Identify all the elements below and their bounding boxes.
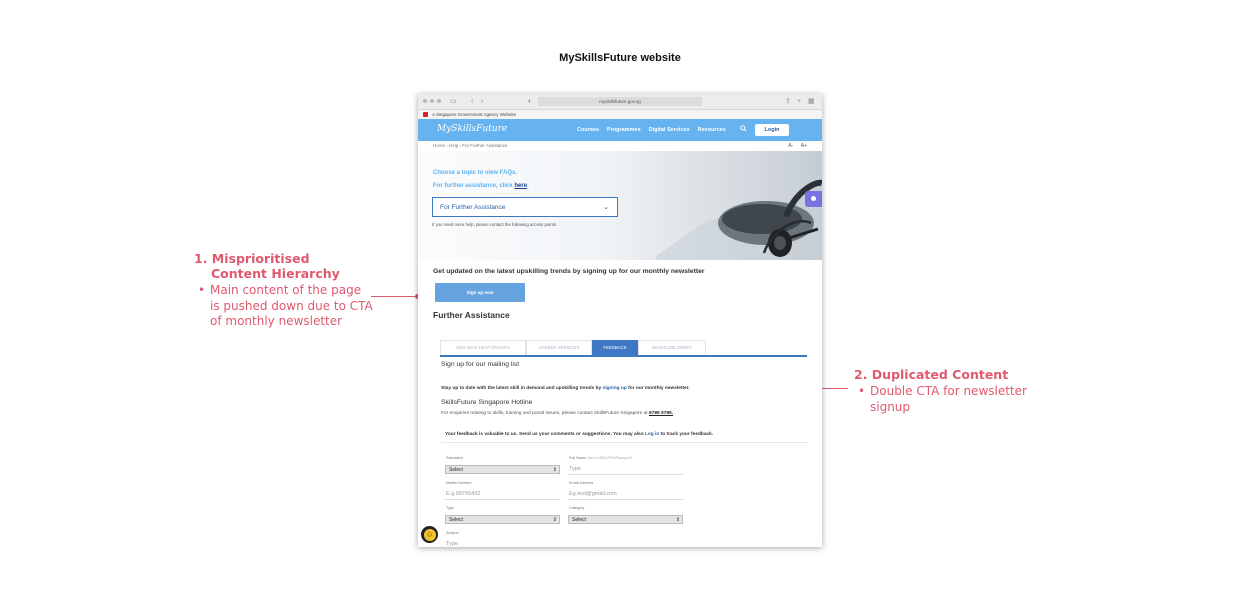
- page-title: MySkillsFuture website: [559, 52, 681, 64]
- forward-icon[interactable]: ›: [481, 97, 483, 106]
- feedback-prefix: Your feedback is valuable to us. Send us…: [445, 432, 645, 437]
- singapore-flag-icon: [423, 112, 428, 117]
- annotation-title: 1. Misprioritised: [194, 251, 310, 266]
- sidebar-icon[interactable]: ▭: [450, 97, 457, 106]
- headset-image: [656, 179, 822, 260]
- annotation-title: 2. Duplicated Content: [854, 367, 1009, 382]
- email-label: Email Address: [569, 481, 594, 485]
- text-size-controls: A- A+: [782, 141, 807, 151]
- hotline-heading: SkillsFuture Singapore Hotline: [441, 399, 533, 406]
- salutation-label: Salutation: [446, 456, 463, 460]
- search-icon[interactable]: [740, 125, 747, 134]
- chevron-down-icon: ⌄: [603, 204, 609, 211]
- feedback-intro: Your feedback is valuable to us. Send us…: [441, 427, 808, 443]
- hero-assist-prefix: For further assistance, click: [433, 183, 515, 189]
- hero-assist-suffix: .: [527, 183, 529, 189]
- text-size-increase[interactable]: A+: [801, 143, 807, 149]
- nav-resources[interactable]: Resources: [698, 127, 726, 133]
- chatbot-smiley-icon[interactable]: ☺: [421, 526, 438, 543]
- nav-programmes[interactable]: Programmes: [607, 127, 641, 133]
- signup-now-button[interactable]: Sign up now: [435, 283, 525, 302]
- feedback-suffix: to track your feedback.: [659, 432, 714, 437]
- fullname-hint: (As in NRIC/FIN/Passport): [587, 456, 632, 460]
- nav-courses[interactable]: Courses: [577, 127, 599, 133]
- stay-up-to-date-text: Stay up to date with the latest skill in…: [441, 386, 690, 391]
- tab-feedback[interactable]: FEEDBACK: [592, 340, 638, 355]
- enquiry-text: For enquiries relating to skills, traini…: [441, 411, 673, 416]
- login-button[interactable]: Login: [755, 124, 789, 136]
- type-select[interactable]: Select ⇕: [445, 515, 560, 524]
- breadcrumb-text[interactable]: Home › Help › For Further Assistance: [433, 143, 508, 148]
- subject-label: Subject: [446, 531, 459, 535]
- text-size-decrease[interactable]: A-: [788, 143, 793, 149]
- salutation-select[interactable]: Select ⇕: [445, 465, 560, 474]
- hero-assist-line: For further assistance, click here.: [433, 183, 529, 189]
- category-select[interactable]: Select ⇕: [568, 515, 683, 524]
- annotation-bullet: Main content of the page is pushed down …: [194, 283, 374, 330]
- fullname-label: Full Name (As in NRIC/FIN/Passport): [569, 456, 632, 460]
- topic-select[interactable]: For Further Assistance ⌄: [432, 197, 618, 217]
- category-value: Select: [572, 517, 586, 523]
- assistance-tabs: SNG SELF-HELP GROUPS CAREER SERVICES FEE…: [440, 340, 807, 357]
- gov-banner: A Singapore Government Agency Website: [418, 110, 822, 119]
- mobile-label: Mobile Number: [446, 481, 472, 485]
- fullname-input[interactable]: Type: [568, 464, 683, 475]
- tabs-overview-icon[interactable]: ▦: [808, 97, 815, 106]
- site-logo[interactable]: MySkillsFuture: [437, 124, 507, 134]
- type-label: Type: [446, 506, 455, 510]
- email-input[interactable]: Eg.test@gmail.com: [568, 489, 683, 500]
- hero-banner: Choose a topic to view FAQs. For further…: [418, 151, 822, 260]
- window-controls[interactable]: [423, 99, 441, 103]
- annotation-bullet: Double CTA for newsletter signup: [854, 384, 1034, 415]
- category-label: Category: [569, 506, 585, 510]
- privacy-icon: ◐: [528, 98, 533, 105]
- further-assistance-heading: Further Assistance: [433, 310, 510, 320]
- main-nav: Courses Programmes Digital Services Reso…: [577, 127, 726, 133]
- stayup-suffix: for our monthly newsletter.: [626, 386, 690, 391]
- newsletter-heading: Get updated on the latest upskilling tre…: [433, 268, 705, 275]
- nav-digital-services[interactable]: Digital Services: [649, 127, 690, 133]
- address-bar[interactable]: myskillsfuture.gov.sg: [538, 97, 702, 106]
- tab-whistleblowing[interactable]: WHISTLEBLOWING: [638, 340, 706, 355]
- tab-self-help-groups[interactable]: SNG SELF-HELP GROUPS: [440, 340, 526, 355]
- annotation-duplicated: 2. Duplicated Content Double CTA for new…: [854, 367, 1034, 415]
- browser-window: ▭ ‹ › ◐ myskillsfuture.gov.sg ⇪ + ▦ A Si…: [418, 94, 822, 547]
- annotation-misprioritised: 1. Misprioritised Content Hierarchy Main…: [194, 251, 374, 330]
- enquiry-prefix: For enquiries relating to skills, traini…: [441, 411, 649, 416]
- stayup-prefix: Stay up to date with the latest skill in…: [441, 386, 603, 391]
- gov-banner-text: A Singapore Government Agency Website: [432, 112, 516, 117]
- share-icon[interactable]: ⇪: [785, 97, 791, 106]
- select-arrows-icon: ⇕: [552, 517, 557, 523]
- site-header: MySkillsFuture Courses Programmes Digita…: [418, 119, 822, 141]
- mobile-input[interactable]: E.g.98765432: [445, 489, 560, 500]
- mailing-list-heading: Sign up for our mailing list: [441, 361, 520, 368]
- fullname-label-text: Full Name: [569, 456, 587, 460]
- hero-here-link[interactable]: here: [514, 183, 527, 189]
- subject-input[interactable]: Type: [445, 539, 560, 547]
- signing-up-link[interactable]: signing up: [603, 386, 627, 391]
- hotline-phone-link[interactable]: 6785 5785.: [649, 411, 673, 416]
- annotation-title-line2: Content Hierarchy: [211, 266, 340, 281]
- back-icon[interactable]: ‹: [471, 97, 473, 106]
- hero-help-text: If you need more help, please contact th…: [432, 222, 558, 227]
- salutation-value: Select: [449, 467, 463, 473]
- hero-faq-line: Choose a topic to view FAQs.: [433, 170, 518, 176]
- select-arrows-icon: ⇕: [552, 467, 557, 473]
- topic-select-value: For Further Assistance: [440, 204, 506, 211]
- breadcrumb: Home › Help › For Further Assistance A- …: [418, 141, 822, 151]
- feedback-side-tab[interactable]: [805, 191, 822, 207]
- tab-career-services[interactable]: CAREER SERVICES: [526, 340, 592, 355]
- type-value: Select: [449, 517, 463, 523]
- browser-toolbar: ▭ ‹ › ◐ myskillsfuture.gov.sg ⇪ + ▦: [418, 94, 822, 110]
- login-link[interactable]: Log in: [645, 432, 659, 437]
- new-tab-icon[interactable]: +: [797, 97, 801, 106]
- select-arrows-icon: ⇕: [675, 517, 680, 523]
- annotation-connector-left: [371, 296, 417, 297]
